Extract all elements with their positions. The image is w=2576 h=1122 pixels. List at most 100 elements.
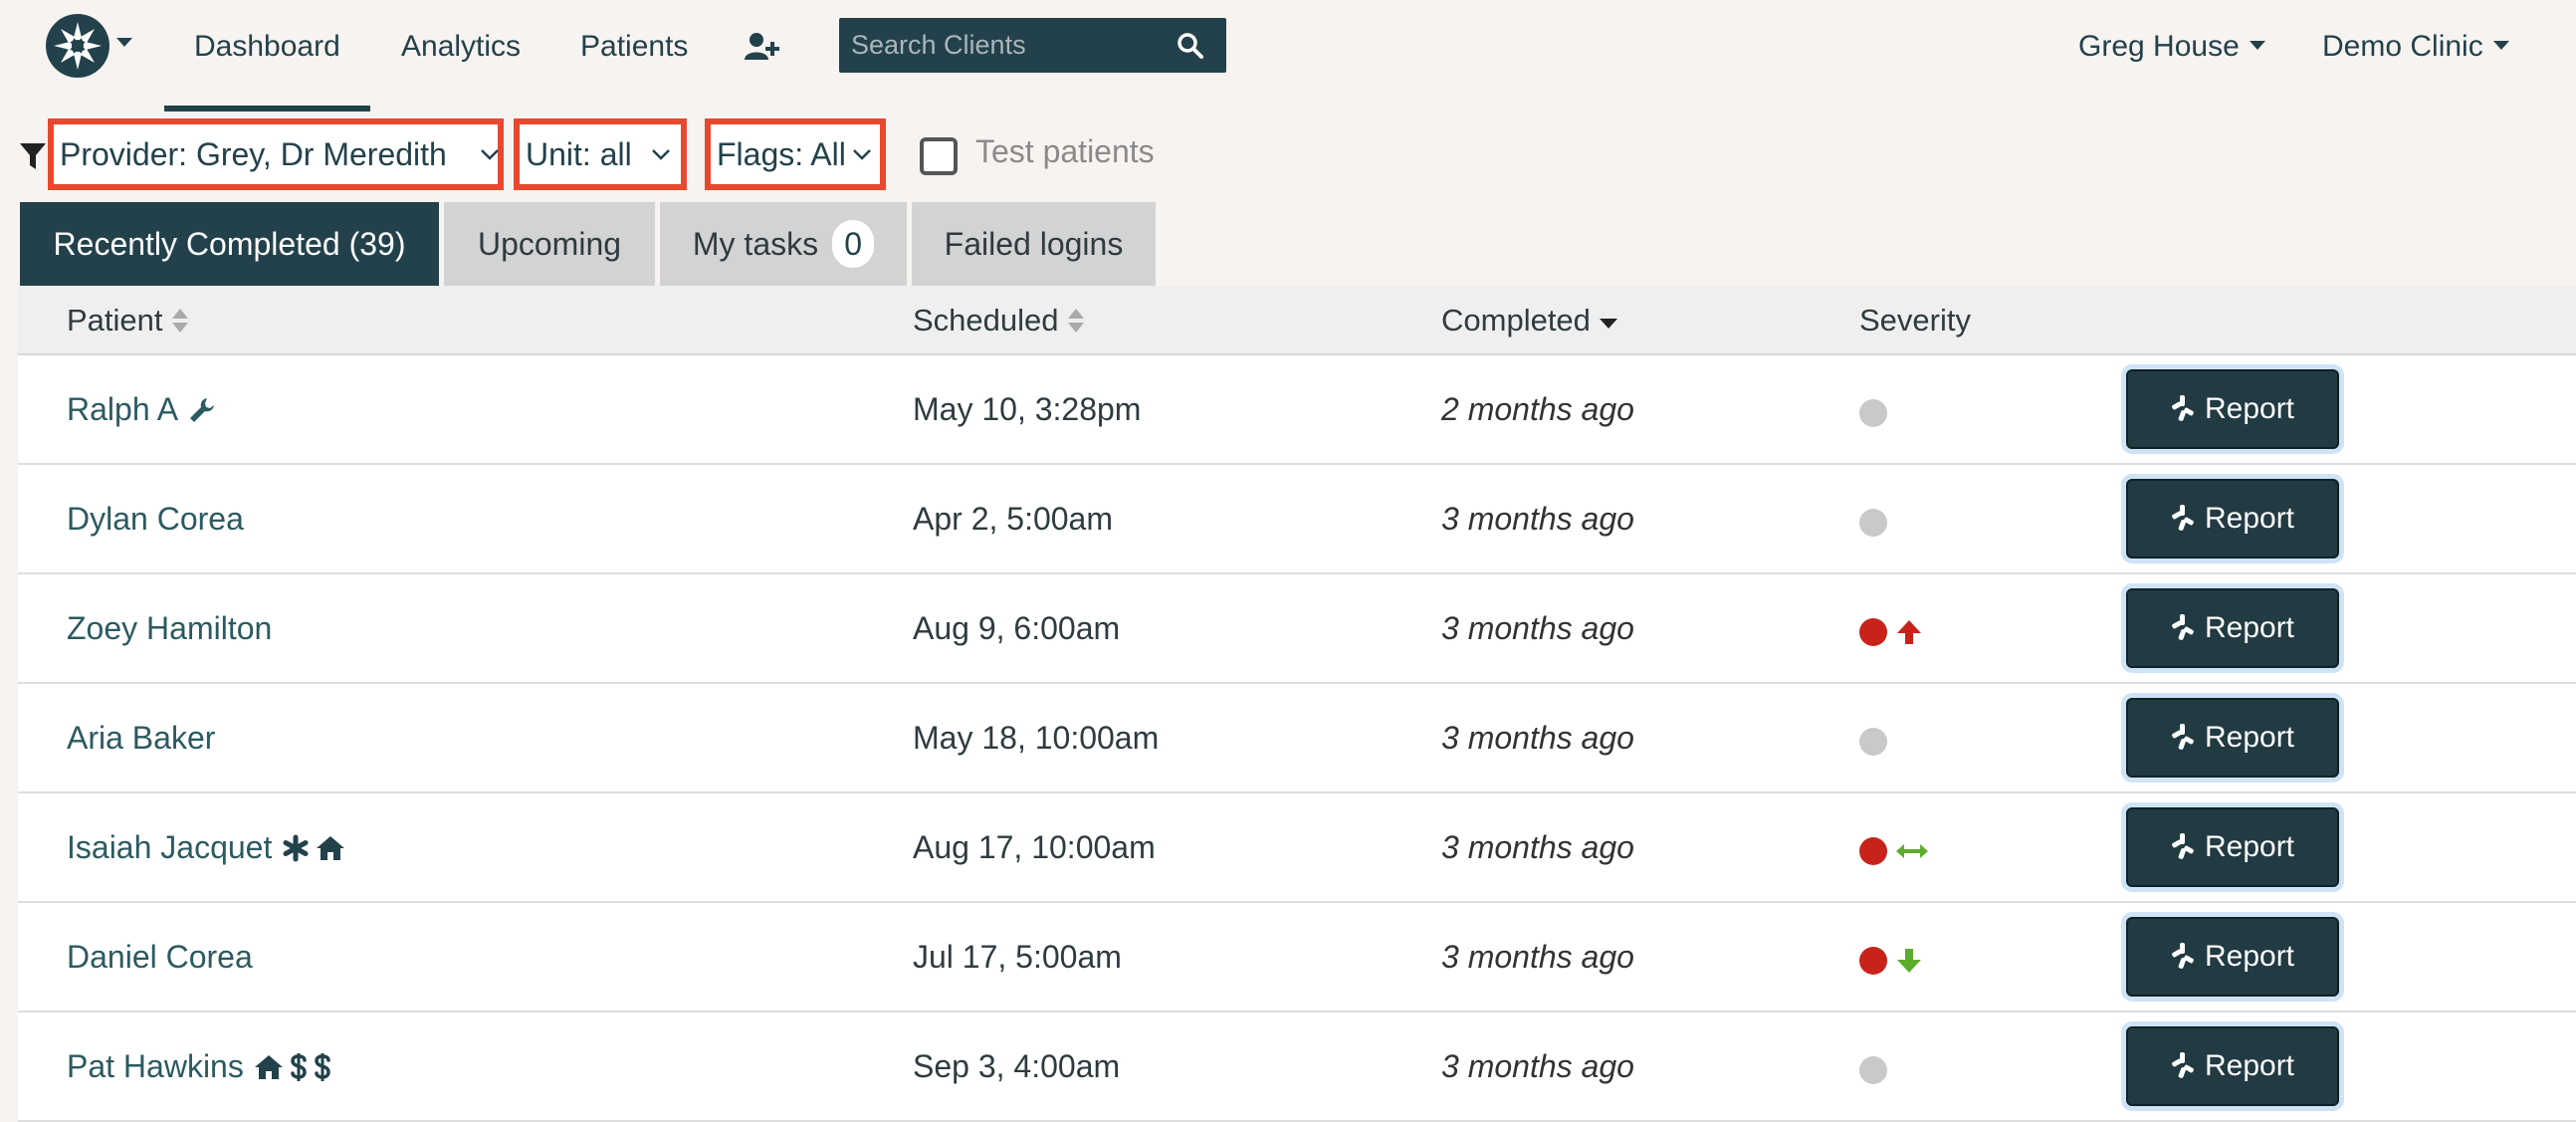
- completed-time: 3 months ago: [1441, 1048, 1634, 1084]
- report-icon: [2172, 613, 2194, 640]
- report-button[interactable]: Report: [2126, 698, 2339, 778]
- search-input[interactable]: [851, 18, 1170, 73]
- completed-time: 3 months ago: [1441, 939, 1634, 975]
- patient-name-link[interactable]: Isaiah Jacquet: [67, 793, 351, 901]
- severity-indicator: [1859, 724, 1887, 756]
- patient-flags: [188, 354, 222, 462]
- top-navbar: Dashboard Analytics Patients Greg House …: [0, 0, 2576, 112]
- test-patients-label: Test patients: [975, 133, 1155, 169]
- report-icon: [2172, 394, 2194, 421]
- home-icon: [254, 1047, 290, 1083]
- clinic-name: Demo Clinic: [2322, 30, 2483, 63]
- severity-dot-icon: [1859, 1055, 1887, 1084]
- user-menu[interactable]: Greg House: [2078, 0, 2265, 94]
- chevron-down-icon: [2249, 41, 2265, 51]
- report-button[interactable]: Report: [2126, 369, 2339, 449]
- report-icon: [2172, 832, 2194, 859]
- completed-time: 2 months ago: [1441, 391, 1634, 427]
- severity-indicator: [1859, 614, 1923, 646]
- table-row: Pat Hawkins Sep 3, 4:00am 3 months ago Repo…: [18, 1012, 2576, 1122]
- column-header-severity: Severity: [1859, 303, 1971, 337]
- tab-my-tasks-label: My tasks: [692, 226, 819, 262]
- severity-indicator: [1859, 833, 1929, 865]
- severity-dot-icon: [1859, 398, 1887, 427]
- severity-dot-icon: [1859, 508, 1887, 537]
- patient-name-link[interactable]: Aria Baker: [67, 684, 225, 791]
- severity-dot-icon: [1859, 836, 1887, 865]
- completed-time: 3 months ago: [1441, 610, 1634, 646]
- severity-dot-icon: [1859, 727, 1887, 756]
- scheduled-date: May 10, 3:28pm: [913, 391, 1142, 427]
- completed-time: 3 months ago: [1441, 829, 1634, 865]
- report-button[interactable]: Report: [2126, 588, 2339, 668]
- report-icon: [2172, 942, 2194, 969]
- clinic-menu[interactable]: Demo Clinic: [2322, 0, 2509, 94]
- column-header-completed[interactable]: Completed: [1441, 286, 1618, 355]
- scheduled-date: Aug 17, 10:00am: [913, 829, 1156, 865]
- nav-tab-patients[interactable]: Patients: [550, 0, 718, 94]
- patient-name-link[interactable]: Ralph A: [67, 355, 222, 463]
- tab-failed-logins[interactable]: Failed logins: [912, 202, 1156, 286]
- sort-desc-icon: [1599, 318, 1617, 329]
- asterisk-icon: [282, 828, 316, 864]
- trend-down-icon: [1897, 948, 1921, 973]
- logo-menu-caret-icon[interactable]: [116, 38, 132, 48]
- column-header-scheduled[interactable]: Scheduled: [913, 286, 1085, 355]
- user-name: Greg House: [2078, 30, 2240, 63]
- trend-flat-icon: [1896, 843, 1928, 858]
- provider-filter-dropdown[interactable]: Provider: Grey, Dr Meredith: [48, 118, 504, 190]
- patient-table-body: Ralph A May 10, 3:28pm 2 months ago Report D…: [18, 355, 2576, 1122]
- nav-tab-dashboard[interactable]: Dashboard: [164, 0, 370, 112]
- client-search: [839, 18, 1226, 73]
- filter-icon: [20, 143, 46, 171]
- sort-icon: [1067, 308, 1084, 333]
- table-row: Ralph A May 10, 3:28pm 2 months ago Report: [18, 355, 2576, 465]
- table-row: Dylan Corea Apr 2, 5:00am 3 months ago Repo…: [18, 465, 2576, 574]
- severity-dot-icon: [1859, 946, 1887, 975]
- search-icon[interactable]: [1177, 32, 1204, 60]
- add-patient-icon[interactable]: [745, 32, 780, 62]
- trend-up-icon: [1897, 619, 1921, 644]
- report-icon: [2172, 504, 2194, 531]
- task-count-badge: 0: [832, 219, 875, 268]
- scheduled-date: Aug 9, 6:00am: [913, 610, 1121, 646]
- severity-dot-icon: [1859, 617, 1887, 646]
- dollar-icon: [290, 1047, 314, 1083]
- table-row: Isaiah Jacquet Aug 17, 10:00am 3 months ag…: [18, 793, 2576, 903]
- tab-recently-completed[interactable]: Recently Completed (39): [20, 202, 439, 286]
- scheduled-date: Apr 2, 5:00am: [913, 501, 1113, 537]
- report-button[interactable]: Report: [2126, 807, 2339, 887]
- report-button[interactable]: Report: [2126, 479, 2339, 559]
- chevron-down-icon: [2492, 41, 2509, 51]
- sort-icon: [171, 308, 188, 333]
- clinic-logo-icon[interactable]: [46, 14, 109, 78]
- chevron-down-icon: [852, 148, 872, 160]
- flags-filter-dropdown[interactable]: Flags: All: [705, 118, 886, 190]
- report-button[interactable]: Report: [2126, 917, 2339, 997]
- home-icon: [316, 828, 351, 864]
- unit-filter-dropdown[interactable]: Unit: all: [514, 118, 687, 190]
- scheduled-date: May 18, 10:00am: [913, 720, 1160, 756]
- patient-name-link[interactable]: Pat Hawkins: [67, 1012, 337, 1120]
- report-button[interactable]: Report: [2126, 1026, 2339, 1106]
- tab-upcoming[interactable]: Upcoming: [444, 202, 655, 286]
- scheduled-date: Sep 3, 4:00am: [913, 1048, 1121, 1084]
- patient-name-link[interactable]: Zoey Hamilton: [67, 574, 282, 682]
- patient-flags: [254, 1011, 337, 1119]
- test-patients-checkbox[interactable]: [920, 137, 958, 175]
- patient-name-link[interactable]: Dylan Corea: [67, 465, 254, 572]
- chevron-down-icon: [480, 148, 500, 160]
- severity-indicator: [1859, 943, 1923, 975]
- column-header-patient[interactable]: Patient: [67, 286, 189, 355]
- chevron-down-icon: [651, 148, 671, 160]
- severity-indicator: [1859, 395, 1887, 427]
- completed-time: 3 months ago: [1441, 720, 1634, 756]
- severity-indicator: [1859, 505, 1887, 537]
- dollar-icon: [314, 1047, 337, 1083]
- patient-flags: [282, 792, 351, 900]
- tab-my-tasks[interactable]: My tasks 0: [660, 202, 907, 286]
- provider-filter-value: Provider: Grey, Dr Meredith: [60, 136, 447, 172]
- nav-tab-analytics[interactable]: Analytics: [371, 0, 550, 94]
- unit-filter-value: Unit: all: [526, 136, 632, 172]
- patient-name-link[interactable]: Daniel Corea: [67, 903, 263, 1010]
